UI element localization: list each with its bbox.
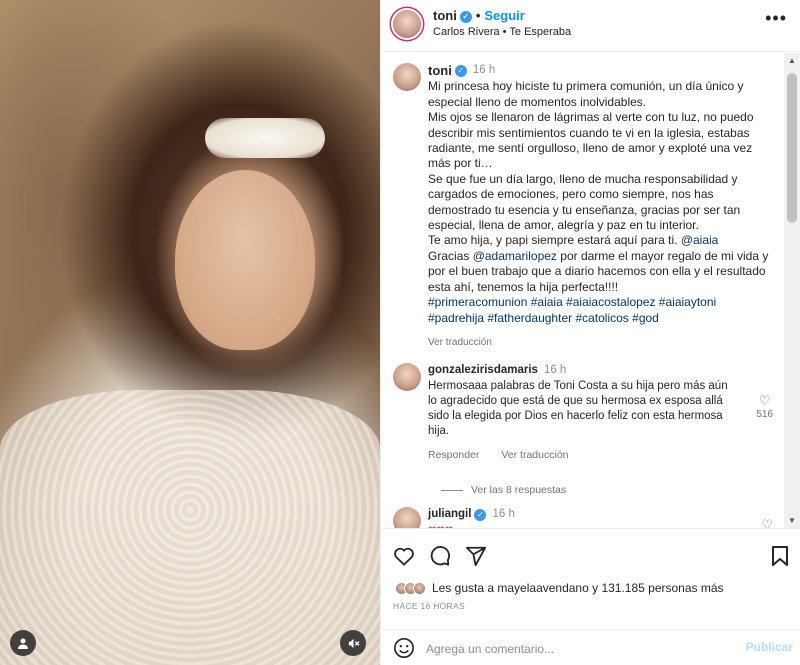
- comment-item: juliangil ✓ 16 h ❤❤❤ ♡: [393, 507, 783, 528]
- post-actions-area: Les gusta a mayelaavendano y 131.185 per…: [381, 528, 800, 665]
- comment-input[interactable]: [426, 638, 716, 660]
- comment-like[interactable]: ♡ 516: [756, 393, 773, 420]
- comment-time: 16 h: [492, 508, 515, 520]
- mute-button[interactable]: [340, 630, 366, 656]
- comment-translate-button[interactable]: Ver traducción: [501, 448, 568, 463]
- scrollbar[interactable]: ▲ ▼: [784, 53, 800, 528]
- photo-lace-dress: [0, 390, 380, 665]
- emoji-icon[interactable]: [393, 637, 415, 659]
- author-header-line: toni ✓ • Seguir: [433, 8, 525, 23]
- scroll-down-arrow-icon[interactable]: ▼: [788, 516, 796, 525]
- caption-p5-text-a: Gracias: [428, 248, 470, 263]
- likes-summary[interactable]: Les gusta a mayelaavendano y 131.185 per…: [395, 581, 724, 595]
- post-header: toni ✓ • Seguir Carlos Rivera • Te Esperaba…: [381, 0, 800, 52]
- caption-paragraph-2: Mis ojos se llenaron de lágrimas al vert…: [428, 110, 754, 171]
- commenter-avatar[interactable]: [393, 363, 421, 391]
- bookmark-icon[interactable]: [769, 545, 791, 567]
- photo-subject-face: [175, 170, 315, 350]
- audio-track[interactable]: Carlos Rivera • Te Esperaba: [433, 26, 571, 38]
- comment-composer: Publicar: [381, 629, 800, 665]
- view-replies-label: Ver las 8 respuestas: [471, 484, 567, 496]
- reply-button[interactable]: Responder: [428, 448, 479, 463]
- caption-author-avatar[interactable]: [393, 63, 421, 91]
- photo-headband: [205, 118, 325, 158]
- verified-badge-icon: ✓: [459, 10, 472, 23]
- caption-paragraph-4: Te amo hija, y papi siempre estará aquí …: [428, 233, 773, 248]
- caption-paragraph-1: Mi princesa hoy hiciste tu primera comun…: [428, 79, 744, 109]
- commenter-avatar[interactable]: [393, 507, 421, 528]
- post-photo[interactable]: [0, 0, 380, 665]
- caption-translate-button[interactable]: Ver traducción: [428, 335, 773, 350]
- caption-paragraph-5: Gracias @adamarilopez por darme el mayor…: [428, 249, 773, 295]
- liker-avatar: [413, 581, 426, 595]
- author-username[interactable]: toni: [433, 8, 457, 23]
- caption-author[interactable]: toni: [428, 63, 452, 78]
- mention-link[interactable]: @aiaia: [681, 233, 719, 247]
- heart-outline-icon[interactable]: ♡: [761, 517, 773, 528]
- comments-scroll-area[interactable]: toni ✓ 16 h Mi princesa hoy hiciste tu p…: [381, 53, 800, 528]
- comment-item: gonzalezirisdamaris 16 h Hermosaaa palab…: [393, 363, 783, 496]
- mention-link[interactable]: @adamarilopez: [473, 249, 557, 263]
- caption-paragraph-3: Se que fue un día largo, lleno de mucha …: [428, 171, 741, 233]
- comment-time: 16 h: [543, 364, 567, 376]
- heart-outline-icon[interactable]: ♡: [756, 393, 773, 409]
- commenter-username[interactable]: juliangil: [428, 507, 471, 522]
- caption-p4-text: Te amo hija, y papi siempre estará aquí …: [428, 233, 678, 248]
- replies-line: [441, 489, 463, 491]
- user-icon: [18, 638, 28, 649]
- caption-time: 16 h: [472, 64, 496, 76]
- verified-badge-icon: ✓: [454, 64, 467, 77]
- view-replies[interactable]: Ver las 8 respuestas: [441, 484, 566, 496]
- comment-text: Hermosaaa palabras de Toni Costa a su hi…: [428, 380, 728, 437]
- heart-icon[interactable]: [393, 545, 415, 567]
- comment-like-count: 516: [756, 409, 773, 420]
- separator-dot: •: [475, 8, 481, 23]
- publish-button[interactable]: Publicar: [746, 640, 793, 654]
- action-icons: [393, 545, 487, 567]
- post-panel: toni ✓ • Seguir Carlos Rivera • Te Esperaba…: [380, 0, 800, 665]
- scrollbar-thumb[interactable]: [787, 73, 797, 223]
- follow-button[interactable]: Seguir: [484, 8, 524, 23]
- comment-like[interactable]: ♡: [761, 517, 773, 528]
- scroll-up-arrow-icon[interactable]: ▲: [788, 56, 796, 65]
- more-options-icon[interactable]: •••: [765, 8, 787, 29]
- share-icon[interactable]: [465, 545, 487, 567]
- likes-text: Les gusta a mayelaavendano y 131.185 per…: [432, 581, 724, 595]
- post-caption: toni ✓ 16 h Mi princesa hoy hiciste tu p…: [393, 63, 773, 350]
- commenter-username[interactable]: gonzalezirisdamaris: [428, 363, 538, 378]
- tagged-users-button[interactable]: [10, 630, 36, 656]
- post-age: HACE 16 HORAS: [393, 601, 465, 611]
- speaker-muted-icon: [348, 638, 360, 648]
- comment-icon[interactable]: [429, 545, 451, 567]
- verified-badge-icon: ✓: [474, 508, 487, 521]
- author-avatar[interactable]: [393, 10, 421, 38]
- caption-hashtags[interactable]: #primeracomunion #aiaia #aiaiacostalopez…: [428, 295, 773, 326]
